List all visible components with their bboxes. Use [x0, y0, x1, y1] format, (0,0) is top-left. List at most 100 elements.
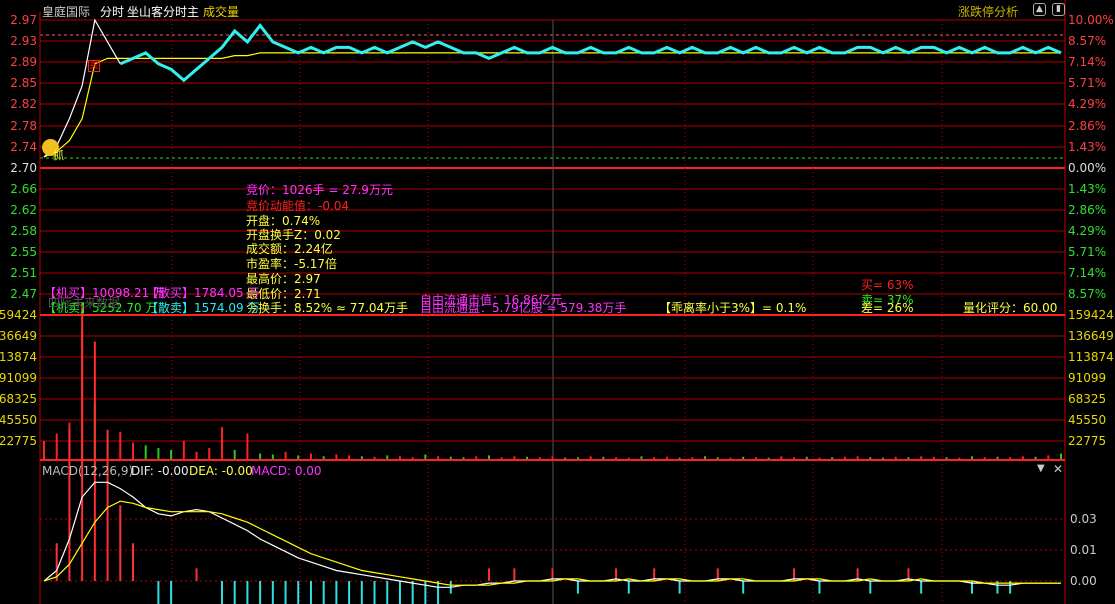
volume-tick: 113874 — [0, 350, 37, 364]
price-tick: 2.55 — [10, 245, 37, 259]
volume-bar — [144, 445, 147, 459]
volume-bar — [335, 454, 338, 459]
volume-bar — [1009, 457, 1012, 459]
price-tick: 2.97 — [10, 13, 37, 27]
volume-bar — [996, 456, 999, 459]
pct-tick: 10.00% — [1068, 13, 1114, 27]
volume-bar — [564, 457, 567, 459]
volume-bar — [271, 454, 274, 459]
indicator-label[interactable]: 坐山客分时主 — [127, 3, 199, 20]
price-tick: 2.58 — [10, 224, 37, 238]
volume-bar — [538, 457, 541, 459]
volume-bar — [983, 457, 986, 459]
price-tick: 2.51 — [10, 266, 37, 280]
price-tick: 2.47 — [10, 287, 37, 301]
pin-up-icon[interactable]: ▲ — [1033, 3, 1046, 16]
close-icon[interactable]: ✕ — [1053, 462, 1063, 476]
volume-bar — [945, 457, 948, 459]
volume-bar — [131, 442, 134, 459]
buy-marker: 抓 — [53, 149, 64, 162]
volume-bar — [513, 456, 516, 459]
limit-analysis-button[interactable]: 涨跌停分析 — [958, 3, 1018, 20]
price-tick: 2.93 — [10, 34, 37, 48]
retail-sell: 【散卖】1574.09 万 — [146, 301, 260, 315]
price-tick: 2.66 — [10, 182, 37, 196]
volume-bar — [297, 455, 300, 459]
quant-score: 量化评分：60.00 — [963, 301, 1058, 315]
volume-bar — [208, 448, 211, 459]
volume-tick: 91099 — [0, 371, 37, 385]
macd-dea: DEA: -0.00 — [189, 464, 253, 478]
volume-bar — [1060, 453, 1062, 459]
volume-bar — [259, 453, 262, 459]
price-tick: 2.74 — [10, 140, 37, 154]
volume-bar — [869, 457, 872, 459]
price-tick: 2.70 — [10, 161, 37, 175]
volume-bar — [1034, 456, 1037, 459]
volume-bar — [907, 457, 910, 459]
volume-tick: 22775 — [0, 434, 37, 448]
volume-bar — [589, 456, 592, 459]
volume-bar — [805, 456, 808, 459]
pct-tick: 4.29% — [1068, 97, 1106, 111]
volume-bar — [373, 456, 376, 459]
volume-bar — [182, 440, 185, 459]
volume-bar — [653, 457, 656, 459]
volume-bar — [487, 455, 490, 459]
panel-toggle-icon[interactable]: ▮ — [1052, 3, 1065, 16]
volume-tick: 68325 — [0, 392, 37, 406]
volume-bar — [971, 456, 974, 459]
volume-bar — [220, 427, 223, 459]
volume-bar — [43, 440, 45, 459]
volume-bar — [462, 457, 465, 459]
price-tick: 2.89 — [10, 55, 37, 69]
volume-bar — [55, 433, 58, 459]
volume-bar — [678, 457, 681, 459]
volume-bar — [627, 457, 630, 459]
volume-bar — [665, 456, 668, 459]
volume-bar — [157, 448, 160, 459]
volume-tick: 45550 — [1068, 413, 1106, 427]
volume-bar — [704, 456, 707, 459]
volume-bar — [348, 455, 351, 459]
stock-name[interactable]: 皇庭国际 — [42, 3, 90, 20]
dropdown-icon[interactable]: ▼ — [1037, 463, 1045, 474]
volume-bar — [309, 453, 312, 459]
volume-bar — [882, 457, 885, 459]
mode-label[interactable]: 分时 — [100, 3, 124, 20]
volume-bar — [424, 454, 427, 459]
sell-marker: 卖 — [88, 60, 100, 72]
volume-bar — [920, 456, 923, 459]
volume-bar — [398, 456, 401, 459]
pct-tick: 8.57% — [1068, 287, 1106, 301]
volume-bar — [932, 456, 935, 459]
macd-tick: 0.00 — [1070, 574, 1097, 588]
volume-bar — [119, 431, 122, 459]
volume-tick: 45550 — [0, 413, 37, 427]
macd-tick: 0.01 — [1070, 543, 1097, 557]
volume-bar — [780, 456, 783, 459]
volume-bar — [1021, 456, 1024, 459]
volume-bar — [716, 457, 719, 459]
pct-tick: 8.57% — [1068, 34, 1106, 48]
volume-bar — [284, 451, 287, 459]
volume-bar — [1047, 455, 1050, 459]
volume-tick: 91099 — [1068, 371, 1106, 385]
volume-tick: 22775 — [1068, 434, 1106, 448]
volume-bar — [411, 457, 414, 459]
volume-tick: 68325 — [1068, 392, 1106, 406]
volume-bar — [233, 449, 236, 459]
turnover-info: 今换手：8.52% ≈ 77.04万手 — [246, 301, 409, 315]
volume-tick: 159424 — [0, 308, 37, 322]
volume-bar — [615, 457, 618, 459]
volume-bar — [526, 456, 529, 459]
volume-bar — [818, 457, 821, 459]
auction-info: 竞价：1026手 = 27.9万元 — [246, 183, 393, 197]
volume-bar — [729, 457, 732, 459]
macd-dif: DIF: -0.00 — [131, 464, 189, 478]
volume-bar — [551, 456, 554, 459]
pct-tick: 1.43% — [1068, 182, 1106, 196]
volume-label[interactable]: 成交量 — [203, 3, 239, 20]
volume-bar — [831, 457, 834, 459]
pct-tick: 1.43% — [1068, 140, 1106, 154]
